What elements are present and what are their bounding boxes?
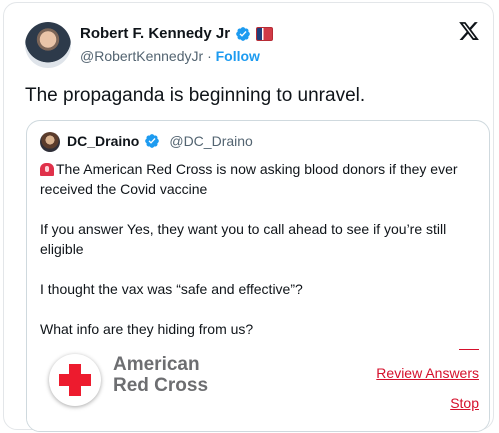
quoted-tweet[interactable]: DC_Draino @DC_Draino The American Red Cr… xyxy=(26,120,490,432)
tweet-text: The propaganda is beginning to unravel. xyxy=(25,85,366,106)
follow-button[interactable]: Follow xyxy=(216,48,260,64)
author-name-row: Robert F. Kennedy Jr xyxy=(80,25,274,42)
quoted-media-image[interactable]: American Red Cross Review Answers Stop xyxy=(27,345,489,431)
quoted-author-avatar[interactable] xyxy=(40,132,60,152)
verified-badge-icon xyxy=(145,134,160,148)
quoted-paragraph: If you answer Yes, they want you to call… xyxy=(40,221,447,257)
red-cross-wordmark: American Red Cross xyxy=(113,354,208,396)
quoted-paragraph-text: The American Red Cross is now asking blo… xyxy=(40,161,458,197)
wordmark-line-1: American xyxy=(113,354,200,375)
author-handle-row: @RobertKennedyJr · Follow xyxy=(80,48,260,64)
review-answers-link: Review Answers xyxy=(376,365,479,381)
tweet-card: Robert F. Kennedy Jr @RobertKennedyJr · … xyxy=(3,2,494,432)
quoted-tweet-body: The American Red Cross is now asking blo… xyxy=(40,159,480,359)
quoted-author-handle[interactable]: @DC_Draino xyxy=(169,133,252,149)
stop-link: Stop xyxy=(450,395,479,411)
red-cross-horizontal xyxy=(59,374,91,386)
siren-emoji-icon xyxy=(40,163,54,176)
quoted-paragraph: The American Red Cross is now asking blo… xyxy=(40,159,480,199)
flag-icon xyxy=(256,26,274,41)
quoted-paragraph: I thought the vax was “safe and effectiv… xyxy=(40,281,303,297)
author-avatar[interactable] xyxy=(25,22,71,68)
cropped-link-remnant xyxy=(459,345,479,350)
author-name[interactable]: Robert F. Kennedy Jr xyxy=(80,25,230,42)
red-cross-logo-icon xyxy=(49,354,101,406)
quoted-author-row: DC_Draino @DC_Draino xyxy=(67,133,253,149)
quoted-author-name[interactable]: DC_Draino xyxy=(67,133,139,149)
x-logo-icon[interactable] xyxy=(458,20,480,42)
wordmark-line-2: Red Cross xyxy=(113,375,209,396)
quoted-paragraph: What info are they hiding from us? xyxy=(40,321,254,337)
separator-dot: · xyxy=(207,48,212,64)
author-handle[interactable]: @RobertKennedyJr xyxy=(80,48,203,64)
verified-badge-icon xyxy=(236,26,250,41)
